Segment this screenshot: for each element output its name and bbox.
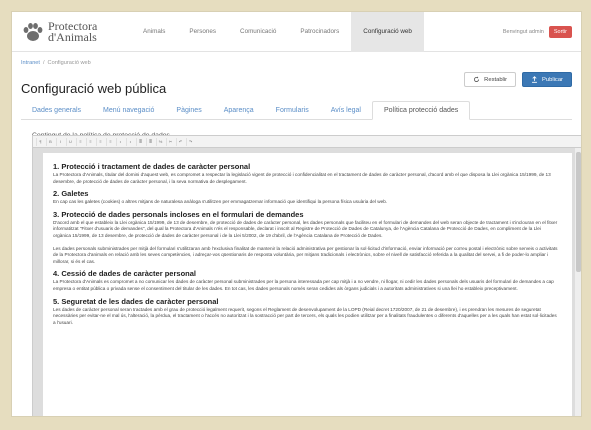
publish-label: Publicar bbox=[542, 76, 563, 83]
toolbar-outdent-button[interactable]: ≣ bbox=[136, 137, 144, 146]
doc-section-title: 1. Protecció i tractament de dades de ca… bbox=[53, 162, 251, 171]
menu-item-configuracio-web[interactable]: Configuració web bbox=[351, 12, 424, 52]
editor-toolbar: ¶ B I U ≡ ≡ ≡ ≡ • • ≣ ≣ % ✂ ↶ ↷ bbox=[33, 136, 581, 148]
toolbar-bold-button[interactable]: B bbox=[46, 137, 54, 146]
restore-label: Restablir bbox=[484, 76, 508, 83]
toolbar-undo-button[interactable]: ↶ bbox=[176, 137, 184, 146]
editor-scroll-thumb[interactable] bbox=[576, 152, 581, 272]
toolbar-paragraph-button[interactable]: ¶ bbox=[36, 137, 44, 146]
doc-section: 5. Seguretat de les dades de caràcter pe… bbox=[53, 297, 560, 327]
doc-section-title: 5. Seguretat de les dades de caràcter pe… bbox=[53, 296, 219, 306]
toolbar-indent-button[interactable]: ≣ bbox=[146, 137, 154, 146]
refresh-icon bbox=[474, 76, 480, 83]
tab-menu-navegacio[interactable]: Menú navegació bbox=[92, 101, 165, 120]
doc-section-title: 2. Galetes bbox=[53, 189, 89, 199]
doc-paragraph: La Protectora d'Animals es compromet a n… bbox=[53, 279, 554, 291]
toolbar-bullet-list-button[interactable]: • bbox=[116, 137, 124, 146]
toolbar-underline-button[interactable]: U bbox=[66, 137, 74, 146]
publish-button[interactable]: Publicar bbox=[522, 72, 572, 87]
doc-paragraph: En cap cas les galetes (cookies) o altre… bbox=[53, 199, 388, 205]
toolbar-align-left-button[interactable]: ≡ bbox=[76, 137, 84, 146]
tab-aparenca[interactable]: Aparença bbox=[213, 101, 265, 120]
toolbar-italic-button[interactable]: I bbox=[56, 137, 64, 146]
restore-button[interactable]: Restablir bbox=[464, 72, 517, 87]
editor-content-area[interactable]: 1. Protecció i tractament de dades de ca… bbox=[33, 148, 581, 416]
menu-item-persones[interactable]: Persones bbox=[177, 12, 228, 52]
editor-page[interactable]: 1. Protecció i tractament de dades de ca… bbox=[43, 153, 572, 416]
rich-text-editor[interactable]: ¶ B I U ≡ ≡ ≡ ≡ • • ≣ ≣ % ✂ ↶ ↷ 1. Prote… bbox=[32, 135, 581, 416]
logo-line2: d'Animals bbox=[48, 29, 97, 44]
toolbar-numbered-list-button[interactable]: • bbox=[126, 137, 134, 146]
settings-tabs: Dades generals Menú navegació Pàgines Ap… bbox=[21, 101, 572, 120]
app-window: Protectora d'Animals Animals Persones Co… bbox=[11, 11, 582, 417]
breadcrumb-current: Configuració web bbox=[47, 60, 91, 66]
toolbar-align-right-button[interactable]: ≡ bbox=[96, 137, 104, 146]
tab-formularis[interactable]: Formularis bbox=[265, 101, 320, 120]
doc-section: 2. Galetes En cap cas les galetes (cooki… bbox=[53, 189, 560, 206]
doc-section: 4. Cessió de dades de caràcter personal … bbox=[53, 269, 560, 292]
tab-pagines[interactable]: Pàgines bbox=[165, 101, 212, 120]
doc-paragraph: D'acord amb el que estableix la Llei org… bbox=[53, 219, 558, 238]
doc-section-title: 4. Cessió de dades de caràcter personal bbox=[53, 269, 196, 279]
page-title: Configuració web pública bbox=[21, 81, 167, 96]
user-area: Benvingut admin Sortir bbox=[502, 25, 572, 38]
breadcrumb-intranet[interactable]: Intranet bbox=[21, 60, 40, 66]
paw-logo-icon bbox=[23, 22, 43, 41]
doc-paragraph: Les dades de caràcter personal seran tra… bbox=[53, 306, 557, 325]
logo-text: Protectora d'Animals bbox=[48, 20, 97, 44]
toolbar-cut-button[interactable]: ✂ bbox=[166, 137, 174, 146]
doc-paragraph: Les dades personals subministrades per m… bbox=[53, 245, 558, 264]
welcome-text: Benvingut admin bbox=[502, 28, 544, 35]
tab-avis-legal[interactable]: Avís legal bbox=[320, 101, 372, 120]
doc-paragraph: La Protectora d'Animals, titular del dom… bbox=[53, 172, 551, 184]
title-row: Configuració web pública Restablir Publi… bbox=[12, 70, 581, 96]
breadcrumb: Intranet / Configuració web bbox=[12, 52, 581, 66]
toolbar-align-center-button[interactable]: ≡ bbox=[86, 137, 94, 146]
top-navbar: Protectora d'Animals Animals Persones Co… bbox=[12, 12, 581, 52]
doc-section: 3. Protecció de dades personals incloses… bbox=[53, 210, 560, 266]
main-menu: Animals Persones Comunicació Patrocinado… bbox=[131, 12, 424, 52]
menu-item-patrocinadors[interactable]: Patrocinadors bbox=[288, 12, 351, 52]
doc-section-title: 3. Protecció de dades personals incloses… bbox=[53, 209, 304, 219]
breadcrumb-separator: / bbox=[42, 60, 45, 66]
editor-scrollbar[interactable] bbox=[575, 148, 581, 416]
toolbar-redo-button[interactable]: ↷ bbox=[186, 137, 194, 146]
upload-icon bbox=[532, 76, 537, 83]
tab-dades-generals[interactable]: Dades generals bbox=[21, 101, 92, 120]
tab-politica-proteccio-dades[interactable]: Política protecció dades bbox=[371, 101, 471, 120]
toolbar-link-button[interactable]: % bbox=[156, 137, 164, 146]
page-actions: Restablir Publicar bbox=[464, 72, 572, 87]
menu-item-animals[interactable]: Animals bbox=[131, 12, 177, 52]
logout-button[interactable]: Sortir bbox=[548, 25, 572, 38]
doc-section: 1. Protecció i tractament de dades de ca… bbox=[53, 162, 560, 185]
toolbar-align-justify-button[interactable]: ≡ bbox=[106, 137, 114, 146]
menu-item-comunicacio[interactable]: Comunicació bbox=[228, 12, 288, 52]
logo[interactable]: Protectora d'Animals bbox=[21, 20, 131, 44]
